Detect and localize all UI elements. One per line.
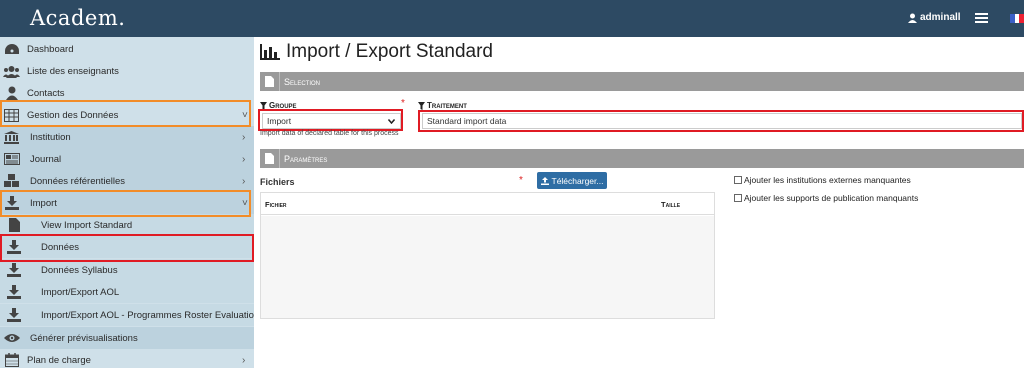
upload-button[interactable]: Télécharger...: [537, 172, 607, 189]
checkbox-supports-publication[interactable]: Ajouter les supports de publication manq…: [734, 193, 918, 203]
user-menu[interactable]: adminall: [908, 12, 961, 23]
sidebar-item-journal[interactable]: Journal ›: [0, 148, 254, 170]
main-content: Import / Export Standard Selection Group…: [254, 37, 1024, 368]
checkbox-box[interactable]: [734, 176, 742, 184]
chevron-right-icon: ›: [242, 153, 246, 165]
highlight-gestion-donnees: [0, 100, 251, 127]
document-icon: [260, 72, 280, 91]
document-icon: [260, 149, 280, 168]
chevron-right-icon: ›: [242, 354, 246, 366]
download-icon: [5, 284, 22, 300]
groupe-required-mark: *: [401, 98, 405, 109]
column-header-taille: Taille: [661, 200, 681, 209]
chevron-right-icon: ›: [242, 131, 246, 143]
parametres-section-header: Paramètres: [260, 149, 1024, 168]
sidebar-item-import-export-aol-programmes[interactable]: Import/Export AOL - Programmes Roster Ev…: [0, 304, 254, 326]
highlight-traitement: [418, 110, 1024, 132]
traitement-label: Traitement: [418, 101, 467, 110]
highlight-donnees: [0, 234, 254, 262]
table-header: Fichier Taille: [261, 193, 714, 215]
app-logo[interactable]: Academ.: [30, 6, 125, 30]
sidebar-item-institution[interactable]: Institution ›: [0, 126, 254, 148]
user-icon: [908, 13, 917, 23]
sidebar-item-donnees-referentielles[interactable]: Données référentielles ›: [0, 170, 254, 192]
cubes-icon: [3, 173, 20, 189]
sidebar-item-enseignants[interactable]: Liste des enseignants: [0, 60, 254, 82]
list-menu-icon[interactable]: [975, 12, 988, 24]
column-header-fichier: Fichier: [265, 200, 287, 209]
page-title: Import / Export Standard: [260, 41, 493, 63]
groupe-hint: Import data of declared table for this p…: [260, 130, 399, 137]
selection-section-header: Selection: [260, 72, 1024, 91]
download-icon: [5, 307, 22, 323]
fichiers-required-mark: *: [519, 175, 523, 186]
fichiers-label: Fichiers: [260, 177, 295, 187]
calendar-icon: [3, 352, 20, 368]
filter-icon: [418, 101, 425, 110]
top-bar: Academ. adminall: [0, 0, 1024, 37]
table-body: [261, 216, 714, 318]
upload-icon: [540, 176, 549, 185]
sidebar-item-plan-de-charge[interactable]: Plan de charge ›: [0, 349, 254, 368]
highlight-groupe: [258, 109, 403, 131]
username: adminall: [920, 12, 961, 23]
bar-chart-icon: [260, 44, 280, 60]
sidebar-item-dashboard[interactable]: Dashboard: [0, 38, 254, 60]
checkbox-institutions-externes[interactable]: Ajouter les institutions externes manqua…: [734, 175, 911, 185]
user-icon: [3, 85, 20, 101]
eye-icon: [3, 330, 20, 346]
users-icon: [3, 63, 20, 79]
file-icon: [6, 217, 23, 233]
checkbox-box[interactable]: [734, 194, 742, 202]
download-icon: [5, 262, 22, 278]
chevron-right-icon: ›: [242, 175, 246, 187]
sidebar: Dashboard Liste des enseignants Contacts…: [0, 37, 254, 368]
files-table: Fichier Taille: [260, 192, 715, 319]
sidebar-item-donnees-syllabus[interactable]: Données Syllabus: [0, 259, 254, 281]
language-flag-icon[interactable]: [1010, 14, 1024, 23]
dashboard-icon: [3, 41, 20, 57]
newspaper-icon: [3, 151, 20, 167]
sidebar-item-generer-previsualisations[interactable]: Générer prévisualisations: [0, 327, 254, 349]
institution-icon: [3, 129, 20, 145]
highlight-import: [0, 190, 251, 217]
sidebar-item-import-export-aol[interactable]: Import/Export AOL: [0, 281, 254, 303]
sidebar-item-view-import-standard[interactable]: View Import Standard: [0, 214, 254, 236]
